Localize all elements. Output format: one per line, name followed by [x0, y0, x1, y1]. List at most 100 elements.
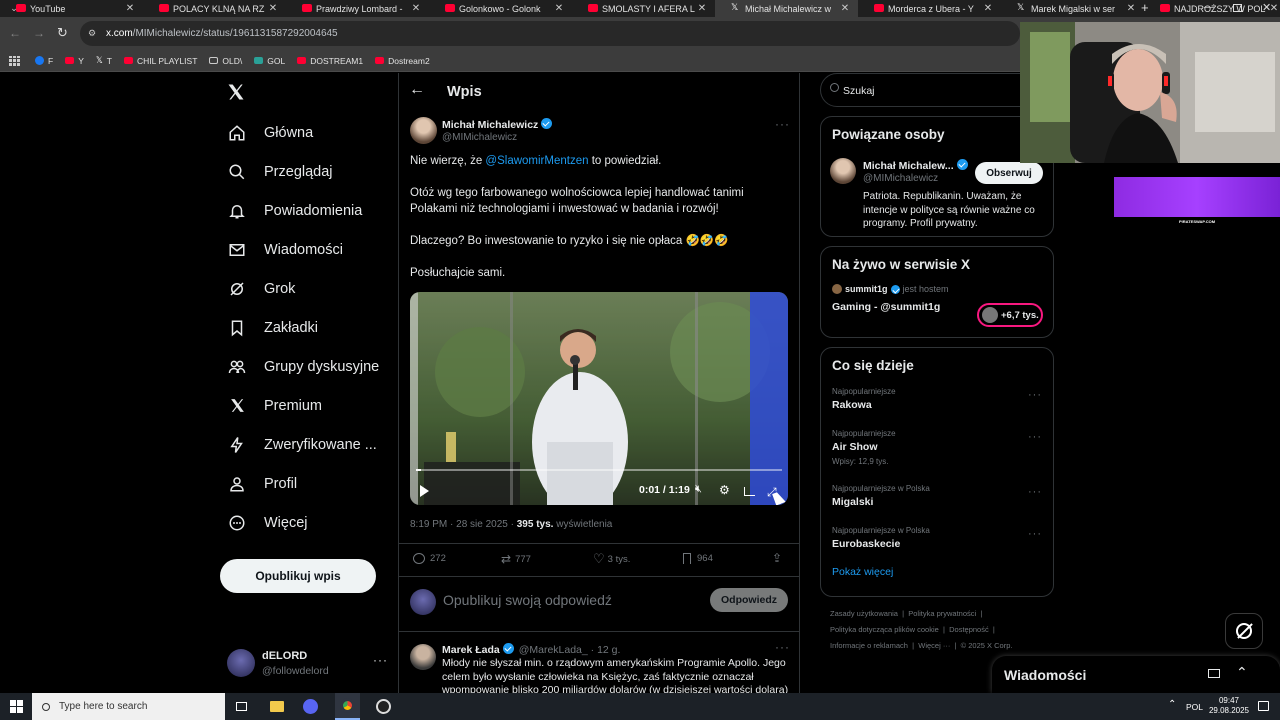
author-handle[interactable]: @MIMichalewicz [442, 132, 517, 143]
browser-tab[interactable]: POLACY KLNĄ NA RZ ✕ [143, 0, 286, 17]
reply-author-avatar[interactable] [410, 644, 436, 670]
browser-tab[interactable]: Morderca z Ubera - Y ✕ [858, 0, 1001, 17]
trend-more-icon[interactable]: ··· [1028, 486, 1042, 498]
mute-icon[interactable]: 🔇︎ [695, 483, 702, 496]
file-explorer-icon[interactable] [270, 701, 284, 712]
bookmark-item[interactable]: GOL [254, 56, 285, 66]
bookmark-item[interactable]: OLD\ [209, 56, 242, 66]
footer-cookie-link[interactable]: Polityka dotycząca plików cookie [830, 625, 939, 634]
tab-close-icon[interactable]: ✕ [840, 3, 850, 14]
nav-item[interactable]: Grupy dyskusyjne [220, 347, 395, 386]
expand-chevrons-icon[interactable]: ⌃ [1236, 664, 1248, 681]
bookmark-item[interactable]: F [35, 56, 53, 66]
author-name[interactable]: Michał Michalewicz [442, 118, 553, 131]
follow-button[interactable]: Obserwuj [975, 162, 1043, 184]
tweet-more-icon[interactable]: ··· [775, 117, 790, 131]
tab-close-icon[interactable]: ✕ [1126, 3, 1136, 14]
bookmark-item[interactable]: Y [65, 56, 84, 66]
obs-app-icon[interactable] [376, 699, 391, 714]
trend-item[interactable]: Najpopularniejsze Rakowa ··· [832, 387, 1042, 411]
browser-tab[interactable]: SMOLASTY I AFERA L ✕ [572, 0, 715, 17]
trend-item[interactable]: Najpopularniejsze w Polska Migalski ··· [832, 484, 1042, 508]
notifications-icon[interactable] [1258, 701, 1269, 711]
nav-item[interactable]: Główna [220, 113, 395, 152]
reply-submit-button[interactable]: Odpowiedz [710, 588, 788, 612]
reply-more-icon[interactable]: ··· [775, 640, 790, 654]
nav-item[interactable]: Premium [220, 386, 395, 425]
tweet-timestamp[interactable]: 8:19 PM · 28 sie 2025 · [410, 519, 517, 530]
nav-item[interactable]: Wiadomości [220, 230, 395, 269]
apps-grid-icon[interactable] [9, 55, 20, 66]
video-progress-track[interactable] [416, 469, 782, 471]
keyboard-language[interactable]: POL [1186, 702, 1203, 712]
video-player[interactable]: 0:01 / 1:19 🔇︎ ⚙ ⤢ [410, 292, 788, 505]
play-icon[interactable] [420, 485, 429, 497]
trend-more-icon[interactable]: ··· [1028, 389, 1042, 401]
footer-privacy-link[interactable]: Polityka prywatności [908, 609, 976, 618]
bookmark-item[interactable]: Dostream2 [375, 56, 430, 66]
task-view-icon[interactable] [236, 702, 247, 711]
x-logo-icon[interactable] [226, 82, 248, 104]
grok-floating-button[interactable] [1225, 613, 1263, 649]
back-arrow-icon[interactable]: ← [409, 81, 425, 99]
back-icon[interactable]: ← [9, 26, 21, 40]
reply-input[interactable]: Opublikuj swoją odpowiedź [443, 592, 612, 608]
show-more-link[interactable]: Pokaż więcej [832, 566, 1042, 578]
nav-item[interactable]: Zakładki [220, 308, 395, 347]
tray-chevron-icon[interactable]: ⌃ [1168, 699, 1176, 710]
nav-item[interactable]: Więcej [220, 503, 395, 542]
address-bar[interactable]: ⚙ x.com/MIMichalewicz/status/19611315872… [80, 21, 1020, 46]
browser-tab[interactable]: Golonkowo - Golonk ✕ [429, 0, 572, 17]
bookmark-item[interactable]: 𝕏T [96, 55, 112, 66]
share-icon[interactable]: ⇪ [772, 551, 782, 565]
bookmark-item[interactable]: DOSTREAM1 [297, 56, 363, 66]
nav-item[interactable]: Zweryfikowane ... [220, 425, 395, 464]
clock[interactable]: 09:47 29.08.2025 [1206, 696, 1252, 716]
related-name[interactable]: Michał Michalew... [863, 159, 968, 172]
footer-accessibility-link[interactable]: Dostępność [949, 625, 989, 634]
footer-more-link[interactable]: Więcej ··· [918, 641, 950, 650]
new-message-icon[interactable] [1208, 669, 1220, 678]
reload-icon[interactable]: ↻ [57, 25, 68, 41]
taskbar-search[interactable]: Type here to search [32, 693, 225, 720]
tab-close-icon[interactable]: ✕ [983, 3, 993, 14]
live-host-row[interactable]: summit1g jest hostem [832, 284, 1042, 294]
related-handle[interactable]: @MIMichalewicz [863, 173, 938, 184]
nav-item[interactable]: Przeglądaj [220, 152, 395, 191]
account-more-icon[interactable]: ··· [373, 653, 388, 667]
window-maximize-icon[interactable] [1233, 4, 1242, 12]
nav-item[interactable]: Powiadomienia [220, 191, 395, 230]
reply-author-handle[interactable]: @MarekLada_ [519, 644, 588, 656]
picture-in-picture-icon[interactable] [744, 487, 755, 496]
chrome-app-icon[interactable] [335, 693, 360, 720]
browser-tab[interactable]: Prawdziwy Lombard - ✕ [286, 0, 429, 17]
mention-link[interactable]: @SlawomirMentzen [485, 155, 588, 167]
site-info-icon[interactable]: ⚙ [88, 28, 96, 39]
author-avatar[interactable] [410, 117, 437, 144]
trend-item[interactable]: Najpopularniejsze w Polska Eurobaskecie ··… [832, 526, 1042, 550]
tab-close-icon[interactable]: ✕ [554, 3, 564, 14]
tab-close-icon[interactable]: ✕ [411, 3, 421, 14]
start-windows-icon[interactable] [0, 693, 32, 720]
footer-terms-link[interactable]: Zasady użytkowania [830, 609, 898, 618]
reply-time[interactable]: · 12 g. [591, 644, 621, 656]
browser-tab[interactable]: 𝕏 Marek Migalski w ser ✕ [1001, 0, 1144, 17]
discord-app-icon[interactable] [303, 699, 318, 714]
reply-action[interactable]: 272 [413, 553, 446, 564]
window-close-icon[interactable]: ✕ [1262, 0, 1271, 16]
nav-item[interactable]: Profil [220, 464, 395, 503]
repost-action[interactable]: ⇄ 777 [501, 552, 531, 566]
forward-icon[interactable]: → [33, 26, 45, 40]
live-listeners-badge[interactable]: +6,7 tys. [977, 303, 1043, 327]
related-avatar[interactable] [830, 158, 856, 184]
trend-more-icon[interactable]: ··· [1028, 431, 1042, 443]
browser-tab[interactable]: 𝕏 Michał Michalewicz w ✕ [715, 0, 858, 17]
window-minimize-icon[interactable]: — [1204, 0, 1214, 16]
trend-item[interactable]: Najpopularniejsze Air Show Wpisy: 12,9 tys… [832, 429, 1042, 466]
browser-tab[interactable]: YouTube ✕ [0, 0, 143, 17]
trend-more-icon[interactable]: ··· [1028, 528, 1042, 540]
settings-gear-icon[interactable]: ⚙ [719, 483, 730, 497]
reply-tweet[interactable]: Marek Łada @MarekLada_ · 12 g. ··· Młody… [399, 631, 799, 693]
tab-close-icon[interactable]: ✕ [697, 3, 707, 14]
bookmark-action[interactable]: 964 [683, 553, 713, 564]
